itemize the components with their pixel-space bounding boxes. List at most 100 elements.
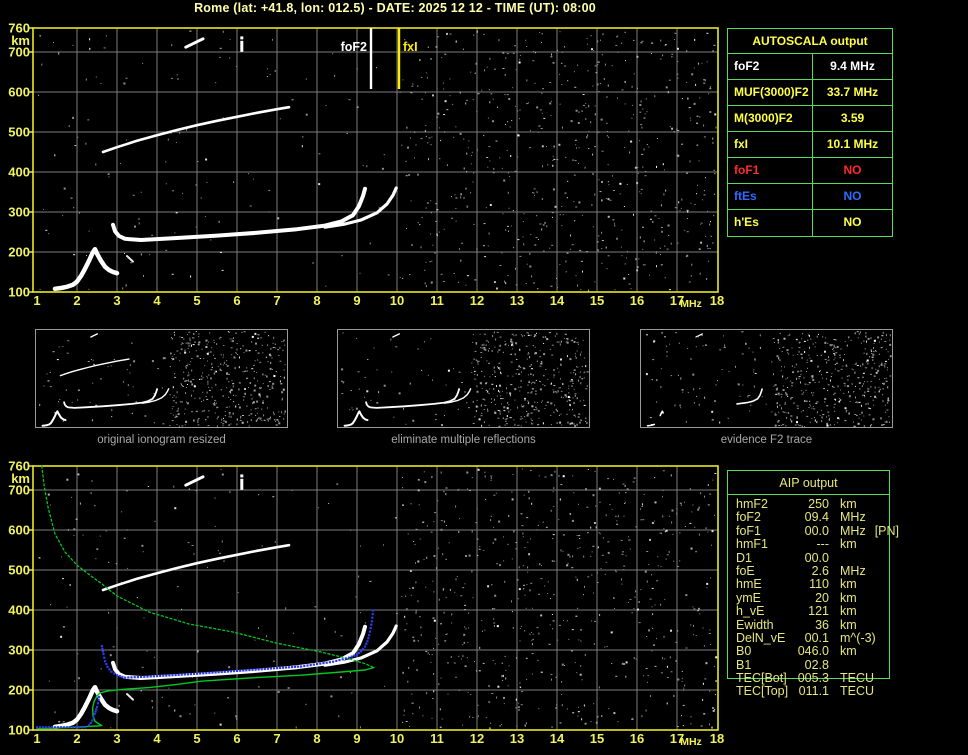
x-tick-label: 1 <box>33 293 40 308</box>
thumbnail-original-ionogram <box>35 329 288 428</box>
x-tick-label: 12 <box>470 731 484 746</box>
thumbnail-eliminate-reflections <box>337 329 590 428</box>
param-value: NO <box>843 189 862 203</box>
aip-output-table: AIP output hmF2 250 km foF2 09.4 MHz foF1 00.… <box>727 470 899 698</box>
param-label: h'Es <box>728 210 813 236</box>
x-tick-label: 15 <box>590 731 604 746</box>
x-axis-unit: MHz <box>680 298 702 310</box>
grid <box>33 28 718 292</box>
grid <box>33 466 718 730</box>
param-value: 02.8 <box>804 657 829 672</box>
table-row: foE 2.6 MHz <box>728 563 889 578</box>
thumbnail-plot <box>645 331 892 427</box>
aip-table-title: AIP output <box>728 471 889 495</box>
param-unit: MHz <box>840 523 866 538</box>
x-tick-label: 18 <box>710 731 724 746</box>
table-row: h_vE 121 km <box>728 604 889 619</box>
x-tick-label: 2 <box>73 293 80 308</box>
param-unit: km <box>840 537 857 552</box>
param-value: 20 <box>815 590 829 605</box>
table-row: foF1 NO <box>728 158 892 184</box>
y-tick-label: 100 <box>8 723 30 738</box>
param-unit: km <box>840 617 857 632</box>
x-tick-label: 1 <box>33 731 40 746</box>
x-axis-unit: MHz <box>680 736 702 748</box>
i-artifact <box>240 40 244 52</box>
x-tick-label: 11 <box>430 731 444 746</box>
param-unit: MHz <box>840 563 866 578</box>
param-unit: m^(-3) <box>840 630 876 645</box>
param-label: fxI <box>728 132 813 157</box>
table-row: TEC[Bot] 005.3 TECU <box>728 671 889 686</box>
table-row: foF1 00.0 MHz [PN] <box>728 523 899 538</box>
table-row: MUF(3000)F2 33.7 MHz <box>728 80 892 106</box>
param-value: 09.4 <box>804 510 829 525</box>
param-value: 2.6 <box>811 563 829 578</box>
x-tick-label: 9 <box>353 731 360 746</box>
x-tick-label: 3 <box>113 293 120 308</box>
table-row: foF2 9.4 MHz <box>728 54 892 80</box>
param-value: NO <box>843 215 862 229</box>
param-name: TEC[Bot] <box>736 671 787 686</box>
station-title: Rome (lat: +41.8, lon: 012.5) - DATE: 20… <box>194 1 596 15</box>
param-value: 250 <box>808 497 829 511</box>
param-value: --- <box>816 537 830 552</box>
param-value: 046.0 <box>797 644 829 659</box>
x-tick-label: 2 <box>73 731 80 746</box>
table-row: ymE 20 km <box>728 590 889 605</box>
param-unit: TECU <box>840 671 875 686</box>
param-name: foF2 <box>736 510 762 525</box>
thumbnail-caption: eliminate multiple reflections <box>391 434 536 446</box>
table-row: TEC[Top] 011.1 TECU <box>728 684 889 699</box>
y-tick-label: 400 <box>8 603 30 618</box>
x-tick-label: 16 <box>630 293 644 308</box>
param-unit: km <box>840 604 857 619</box>
table-row: fxI 10.1 MHz <box>728 132 892 158</box>
fxi-marker-label: fxI <box>403 40 418 54</box>
x-tick-label: 5 <box>193 731 200 746</box>
y-tick-label: 500 <box>8 125 30 140</box>
x-tick-label: 7 <box>273 293 280 308</box>
fof2-marker-label: foF2 <box>341 40 367 54</box>
x-tick-label: 18 <box>710 293 724 308</box>
param-label: foF2 <box>728 54 813 79</box>
axis-labels: 760700600500400300200100km1 2 3 4 5 6 7 8 9 10 11 1… <box>8 21 724 311</box>
param-value: 9.4 MHz <box>830 59 875 73</box>
y-tick-label: 600 <box>8 85 30 100</box>
x-tick-label: 14 <box>550 293 565 308</box>
ionogram-traces <box>52 474 398 730</box>
y-axis-unit: km <box>11 471 30 486</box>
y-tick-label: 400 <box>8 165 30 180</box>
param-label: ftEs <box>728 184 813 209</box>
param-value: 33.7 MHz <box>826 85 879 99</box>
table-row: h'Es NO <box>728 210 892 236</box>
param-name: B0 <box>736 644 752 659</box>
x-tick-label: 6 <box>233 731 240 746</box>
param-value: 121 <box>808 604 829 619</box>
table-row: DelN_vE 00.1 m^(-3) <box>728 630 889 645</box>
y-axis-unit: km <box>11 33 30 48</box>
thumbnail-evidence-f2 <box>640 329 893 428</box>
param-value: 00.1 <box>804 630 829 645</box>
x-tick-label: 8 <box>313 731 320 746</box>
param-name: hmE <box>736 577 762 592</box>
param-unit: MHz <box>840 510 866 525</box>
param-label: foF1 <box>728 158 813 183</box>
table-row: foF2 09.4 MHz <box>728 510 889 525</box>
bottom-ionogram-plot: 760700600500400300200100km1 2 3 4 5 6 7 8 9 10 11 1… <box>8 459 724 749</box>
axis-labels: 760700600500400300200100km1 2 3 4 5 6 7 8 9 10 11 1… <box>8 459 724 749</box>
thumbnail-plot <box>39 331 286 427</box>
param-label: M(3000)F2 <box>728 106 813 131</box>
param-name: hmF1 <box>736 537 768 552</box>
y-tick-label: 200 <box>8 245 30 260</box>
param-name: ymE <box>736 590 761 605</box>
param-name: TEC[Top] <box>736 684 789 699</box>
table-row: hmF2 250 km <box>728 497 889 511</box>
param-unit: km <box>840 590 857 605</box>
autoscala-table-title: AUTOSCALA output <box>728 29 892 54</box>
table-row: D1 00.0 <box>728 551 889 565</box>
y-tick-label: 300 <box>8 205 30 220</box>
x-tick-label: 3 <box>113 731 120 746</box>
x-tick-label: 6 <box>233 293 240 308</box>
x-tick-label: 9 <box>353 293 360 308</box>
